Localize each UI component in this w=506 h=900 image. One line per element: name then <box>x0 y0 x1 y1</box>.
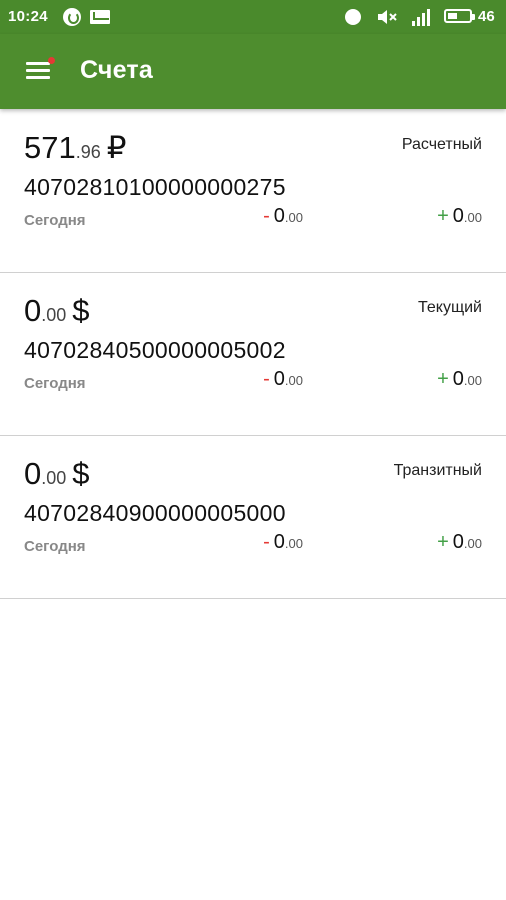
account-credit: +0.00 <box>437 531 482 553</box>
account-card[interactable]: 571.96 ₽ Расчетный 40702810100000000275 С… <box>0 110 506 273</box>
account-number: 40702810100000000275 <box>24 174 286 200</box>
account-balance: 0.00 $ <box>24 456 90 491</box>
battery-level: 46 <box>478 8 495 25</box>
account-card[interactable]: 0.00 $ Транзитный 40702840900000005000 Се… <box>0 436 506 599</box>
page-title: Счета <box>80 56 153 84</box>
account-number: 40702840500000005002 <box>24 337 286 363</box>
battery-icon <box>444 9 475 23</box>
alarm-icon <box>345 9 361 25</box>
account-debit: -0.00 <box>263 368 303 390</box>
hamburger-menu-icon[interactable] <box>24 56 55 86</box>
signal-icon <box>410 7 434 27</box>
app-bar: Счета <box>0 34 506 109</box>
status-time: 10:24 <box>8 8 48 25</box>
account-credit: +0.00 <box>437 368 482 390</box>
account-date: Сегодня <box>24 375 86 392</box>
mail-icon <box>90 10 110 24</box>
account-card[interactable]: 0.00 $ Текущий 40702840500000005002 Сегод… <box>0 273 506 436</box>
notification-dot <box>48 57 55 64</box>
account-credit: +0.00 <box>437 205 482 227</box>
account-debit: -0.00 <box>263 205 303 227</box>
account-type: Транзитный <box>393 462 482 479</box>
account-type: Текущий <box>418 299 482 316</box>
account-debit: -0.00 <box>263 531 303 553</box>
account-date: Сегодня <box>24 538 86 555</box>
account-number: 40702840900000005000 <box>24 500 286 526</box>
whatsapp-icon <box>63 8 81 26</box>
account-date: Сегодня <box>24 212 86 229</box>
status-bar: 10:24 46 <box>0 0 506 34</box>
account-list: 571.96 ₽ Расчетный 40702810100000000275 С… <box>0 110 506 599</box>
account-type: Расчетный <box>401 136 482 153</box>
account-balance: 0.00 $ <box>24 293 90 328</box>
mute-icon <box>376 8 398 26</box>
account-balance: 571.96 ₽ <box>24 130 127 165</box>
